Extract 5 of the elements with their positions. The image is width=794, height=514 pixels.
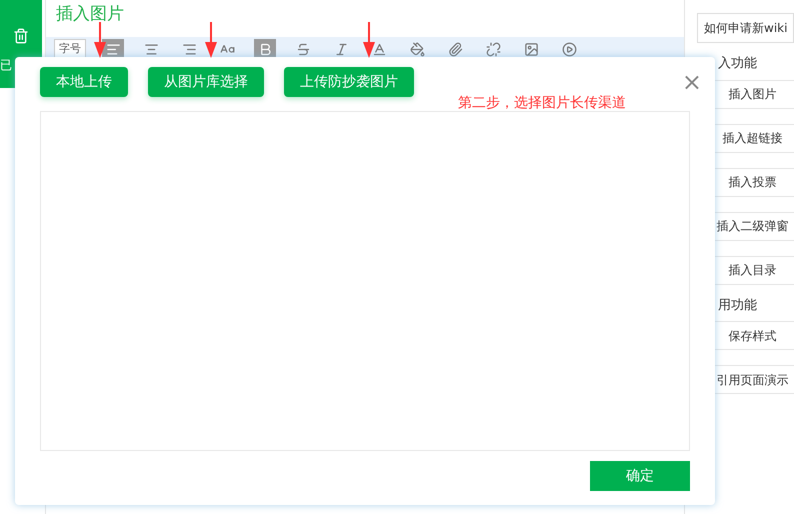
section-title: 入功能 [717,55,758,73]
editor-title: 插入图片 [55,3,125,26]
sidebar-label: 已 [0,57,12,74]
annotation-text: 第二步，选择图片长传渠道 [458,94,626,113]
section-title: 用功能 [717,296,758,314]
